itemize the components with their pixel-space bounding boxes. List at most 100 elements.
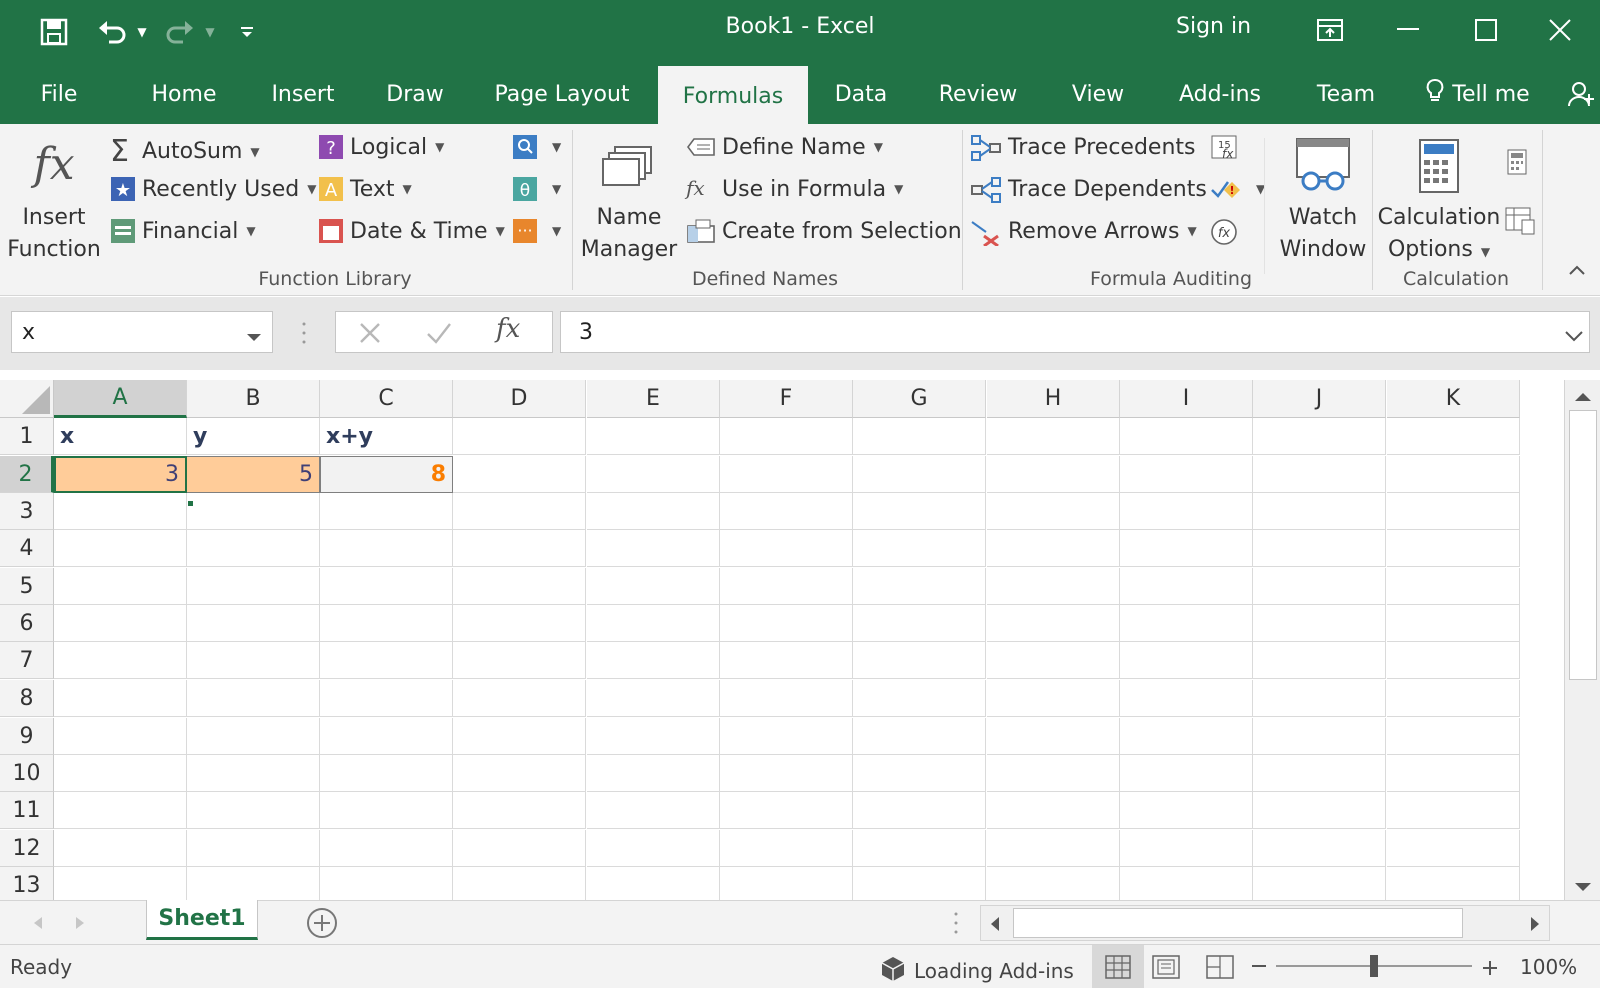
tab-file[interactable]: File: [18, 64, 100, 124]
cell-d12[interactable]: [453, 830, 586, 867]
cell-e13[interactable]: [587, 867, 720, 900]
watch-window-button[interactable]: Watch Window: [1270, 130, 1376, 266]
cell-f9[interactable]: [720, 718, 853, 755]
page-break-view-icon[interactable]: [1206, 955, 1234, 984]
tab-team[interactable]: Team: [1306, 64, 1386, 124]
cell-j1[interactable]: [1253, 418, 1386, 455]
cell-e11[interactable]: [587, 792, 720, 829]
row-header-2[interactable]: 2: [0, 456, 54, 493]
cell-h10[interactable]: [987, 755, 1120, 792]
select-all-button[interactable]: [0, 380, 54, 418]
zoom-out-icon[interactable]: [1252, 965, 1266, 967]
show-formulas-button[interactable]: 15 fx: [1210, 134, 1248, 161]
cell-b11[interactable]: [187, 792, 320, 829]
cell-h8[interactable]: [987, 680, 1120, 717]
cell-a1[interactable]: x: [54, 418, 187, 455]
insert-function-button[interactable]: fx Insert Function: [2, 130, 106, 266]
column-header-i[interactable]: I: [1120, 380, 1253, 418]
tab-split-handle[interactable]: [954, 911, 958, 939]
cell-i7[interactable]: [1120, 642, 1253, 679]
row-header-7[interactable]: 7: [0, 642, 54, 679]
cell-a7[interactable]: [54, 642, 187, 679]
chevron-down-icon[interactable]: [246, 324, 262, 349]
text-button[interactable]: A Text ▼: [318, 176, 412, 202]
zoom-slider[interactable]: [1276, 955, 1472, 977]
calculate-sheet-button[interactable]: [1504, 206, 1542, 235]
cell-b13[interactable]: [187, 867, 320, 900]
vertical-scroll-thumb[interactable]: [1569, 410, 1597, 680]
cell-g10[interactable]: [853, 755, 986, 792]
cell-j6[interactable]: [1253, 605, 1386, 642]
close-icon[interactable]: [1530, 8, 1590, 52]
cell-g3[interactable]: [853, 493, 986, 530]
cell-e1[interactable]: [587, 418, 720, 455]
scroll-right-icon[interactable]: [1529, 916, 1541, 936]
scroll-down-icon[interactable]: [1573, 878, 1593, 897]
cell-c10[interactable]: [320, 755, 453, 792]
column-header-j[interactable]: J: [1253, 380, 1386, 418]
define-name-button[interactable]: Define Name ▼: [686, 134, 883, 160]
cell-h12[interactable]: [987, 830, 1120, 867]
formula-input[interactable]: 3: [560, 311, 1590, 353]
cell-c4[interactable]: [320, 530, 453, 567]
scroll-sheets-left-icon[interactable]: [32, 915, 44, 934]
cell-b9[interactable]: [187, 718, 320, 755]
column-header-a[interactable]: A: [54, 380, 187, 418]
cell-b12[interactable]: [187, 830, 320, 867]
cell-g9[interactable]: [853, 718, 986, 755]
scroll-sheets-right-icon[interactable]: [74, 915, 86, 934]
cell-a10[interactable]: [54, 755, 187, 792]
trace-dependents-button[interactable]: Trace Dependents: [970, 176, 1207, 203]
cell-g1[interactable]: [853, 418, 986, 455]
cell-e2[interactable]: [587, 456, 720, 493]
cell-c11[interactable]: [320, 792, 453, 829]
cell-h4[interactable]: [987, 530, 1120, 567]
calculation-options-button[interactable]: Calculation Options ▼: [1376, 130, 1502, 268]
cell-j7[interactable]: [1253, 642, 1386, 679]
share-user-icon[interactable]: [1564, 64, 1598, 124]
cell-c6[interactable]: [320, 605, 453, 642]
cell-i10[interactable]: [1120, 755, 1253, 792]
financial-button[interactable]: Financial ▼: [110, 218, 256, 244]
cell-f11[interactable]: [720, 792, 853, 829]
vertical-scrollbar[interactable]: [1564, 380, 1600, 900]
cell-h6[interactable]: [987, 605, 1120, 642]
cell-g4[interactable]: [853, 530, 986, 567]
tell-me-box[interactable]: Tell me: [1416, 64, 1540, 124]
cell-j3[interactable]: [1253, 493, 1386, 530]
row-header-4[interactable]: 4: [0, 530, 54, 567]
cell-j9[interactable]: [1253, 718, 1386, 755]
cell-k1[interactable]: [1387, 418, 1520, 455]
tab-add-ins[interactable]: Add-ins: [1170, 64, 1270, 124]
trace-precedents-button[interactable]: Trace Precedents: [970, 134, 1196, 161]
cell-e6[interactable]: [587, 605, 720, 642]
cell-f12[interactable]: [720, 830, 853, 867]
cell-f3[interactable]: [720, 493, 853, 530]
remove-arrows-button[interactable]: Remove Arrows ▼: [970, 218, 1197, 248]
minimize-icon[interactable]: [1378, 8, 1438, 52]
sign-in-link[interactable]: Sign in: [1176, 14, 1251, 39]
cell-c9[interactable]: [320, 718, 453, 755]
cell-f5[interactable]: [720, 568, 853, 605]
cell-i6[interactable]: [1120, 605, 1253, 642]
formula-bar-resize-handle[interactable]: [302, 321, 306, 345]
expand-formula-bar-icon[interactable]: [1564, 327, 1584, 346]
row-header-1[interactable]: 1: [0, 418, 54, 455]
column-header-g[interactable]: G: [853, 380, 986, 418]
cell-a4[interactable]: [54, 530, 187, 567]
cell-a8[interactable]: [54, 680, 187, 717]
row-header-3[interactable]: 3: [0, 493, 54, 530]
date-time-button[interactable]: Date & Time ▼: [318, 218, 505, 244]
cell-k8[interactable]: [1387, 680, 1520, 717]
zoom-level[interactable]: 100%: [1520, 955, 1577, 979]
cell-i11[interactable]: [1120, 792, 1253, 829]
horizontal-scrollbar[interactable]: [980, 905, 1550, 941]
row-header-10[interactable]: 10: [0, 755, 54, 792]
column-header-e[interactable]: E: [587, 380, 720, 418]
cell-b7[interactable]: [187, 642, 320, 679]
cell-i4[interactable]: [1120, 530, 1253, 567]
cell-h3[interactable]: [987, 493, 1120, 530]
insert-function-icon[interactable]: fx: [496, 314, 520, 344]
cell-c1[interactable]: x+y: [320, 418, 453, 455]
cell-i13[interactable]: [1120, 867, 1253, 900]
